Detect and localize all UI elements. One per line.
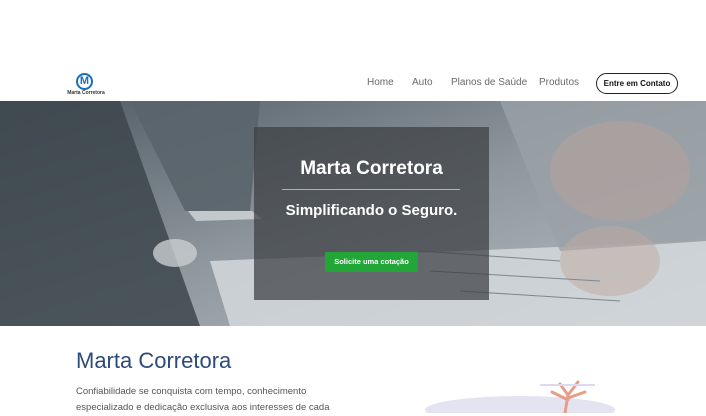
about-text: Confiabilidade se conquista com tempo, c… xyxy=(76,384,376,416)
tree-illustration xyxy=(425,380,615,413)
logo[interactable]: M Marta Corretora xyxy=(64,73,108,97)
hero-divider xyxy=(282,189,460,190)
logo-icon: M xyxy=(76,73,93,90)
about-text-line-2: especializado e dedicação exclusiva aos … xyxy=(76,402,330,413)
about-text-line-1: Confiabilidade se conquista com tempo, c… xyxy=(76,386,307,397)
request-quote-button[interactable]: Solicite uma cotação xyxy=(325,252,418,272)
nav-home[interactable]: Home xyxy=(367,77,394,88)
hero-subtitle: Simplificando o Seguro. xyxy=(285,202,458,219)
logo-text: Marta Corretora xyxy=(67,90,105,96)
nav-auto[interactable]: Auto xyxy=(412,77,433,88)
hero-title: Marta Corretora xyxy=(300,158,443,179)
nav-produtos[interactable]: Produtos xyxy=(539,77,579,88)
contact-button[interactable]: Entre em Contato xyxy=(596,73,678,94)
about-title: Marta Corretora xyxy=(76,348,232,373)
nav-planos-de-saude[interactable]: Planos de Saúde xyxy=(451,77,527,88)
